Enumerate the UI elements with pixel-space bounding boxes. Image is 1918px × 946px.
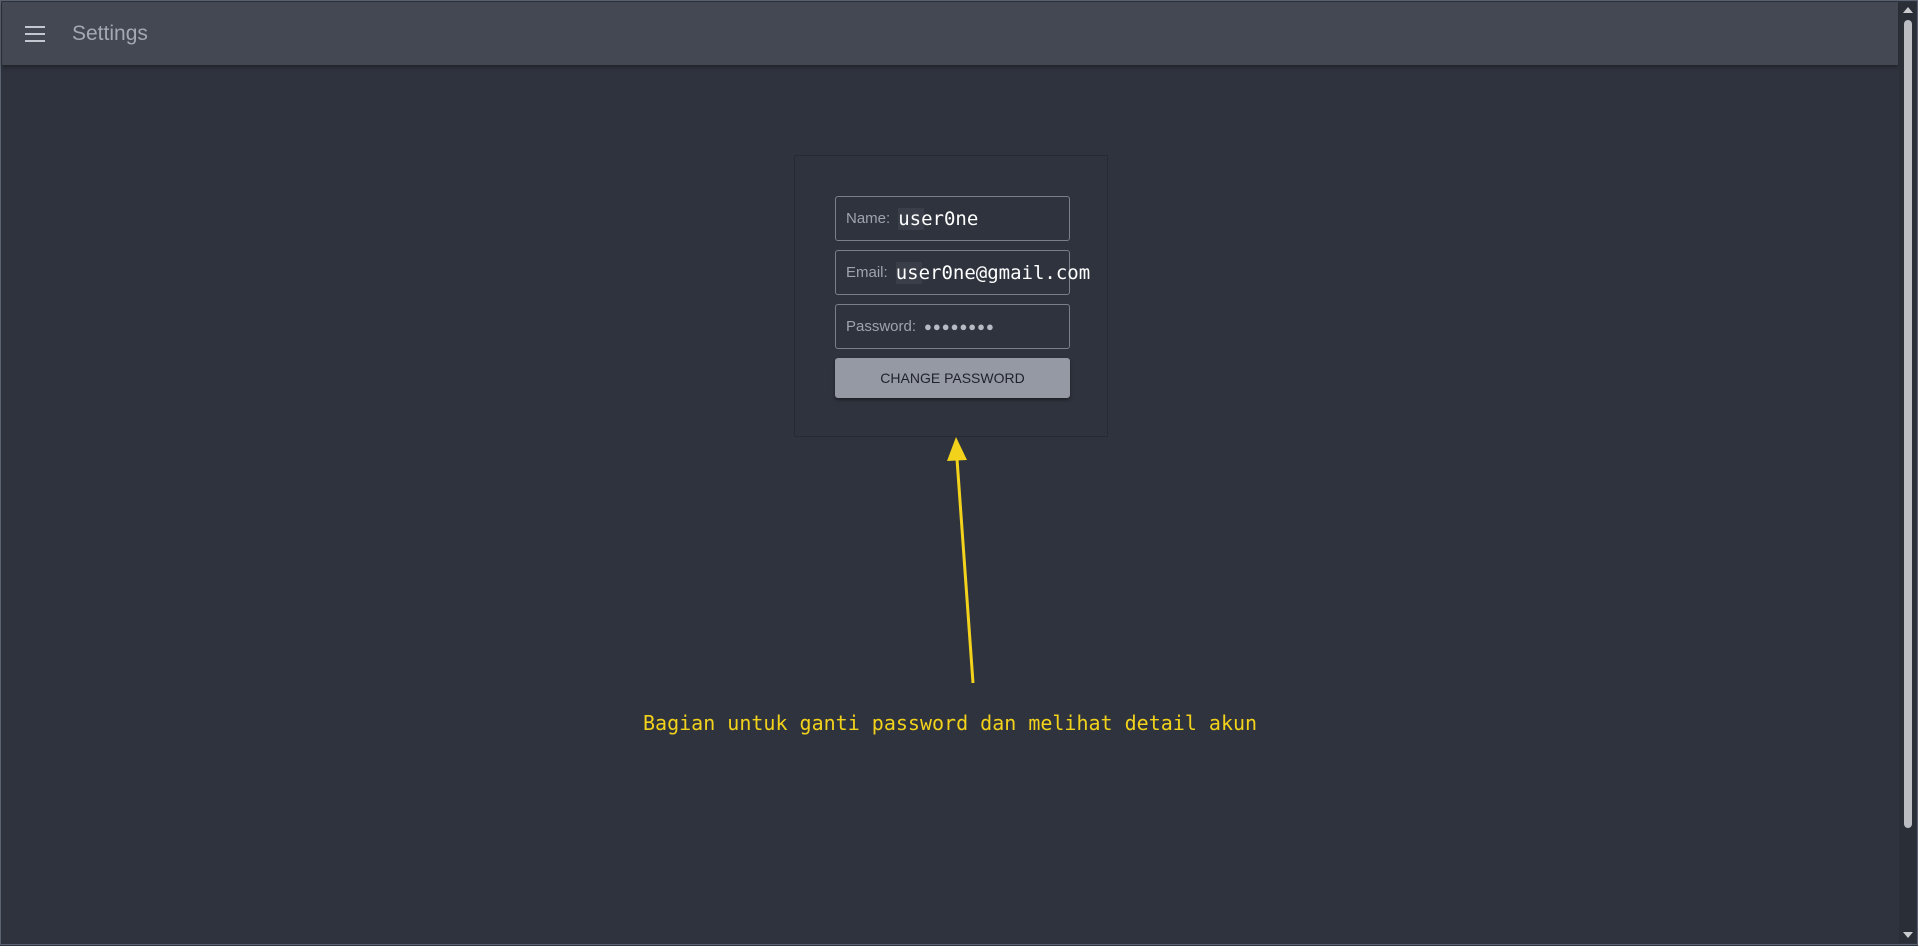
- arrow-shaft: [955, 458, 975, 684]
- hamburger-menu-icon[interactable]: [25, 25, 47, 42]
- page-title: Settings: [72, 21, 148, 45]
- name-value: user0ne: [898, 207, 979, 230]
- email-value: user0ne@gmail.com: [895, 261, 1091, 284]
- scrollbar-thumb[interactable]: [1904, 20, 1912, 828]
- email-label: Email:: [846, 264, 888, 281]
- app-window: Settings Name: user0ne Email: user0ne@gm…: [0, 0, 1918, 945]
- vertical-scrollbar[interactable]: [1899, 2, 1916, 943]
- annotation-text: Bagian untuk ganti password dan melihat …: [643, 711, 1258, 735]
- account-settings-card: Name: user0ne Email: user0ne@gmail.com P…: [794, 155, 1108, 437]
- name-label: Name:: [846, 210, 891, 227]
- change-password-button[interactable]: CHANGE PASSWORD: [835, 358, 1070, 398]
- arrow-head-icon: [947, 437, 967, 461]
- email-field[interactable]: Email: user0ne@gmail.com: [835, 250, 1091, 295]
- password-field[interactable]: Password: ●●●●●●●●: [835, 304, 1070, 349]
- scroll-down-arrow-icon[interactable]: [1903, 932, 1913, 938]
- password-value: ●●●●●●●●: [924, 319, 995, 334]
- name-field[interactable]: Name: user0ne: [835, 196, 1070, 241]
- password-label: Password:: [846, 318, 917, 335]
- scroll-up-arrow-icon[interactable]: [1903, 7, 1913, 13]
- annotation-arrow: [947, 437, 975, 684]
- app-bar: Settings: [2, 2, 1898, 65]
